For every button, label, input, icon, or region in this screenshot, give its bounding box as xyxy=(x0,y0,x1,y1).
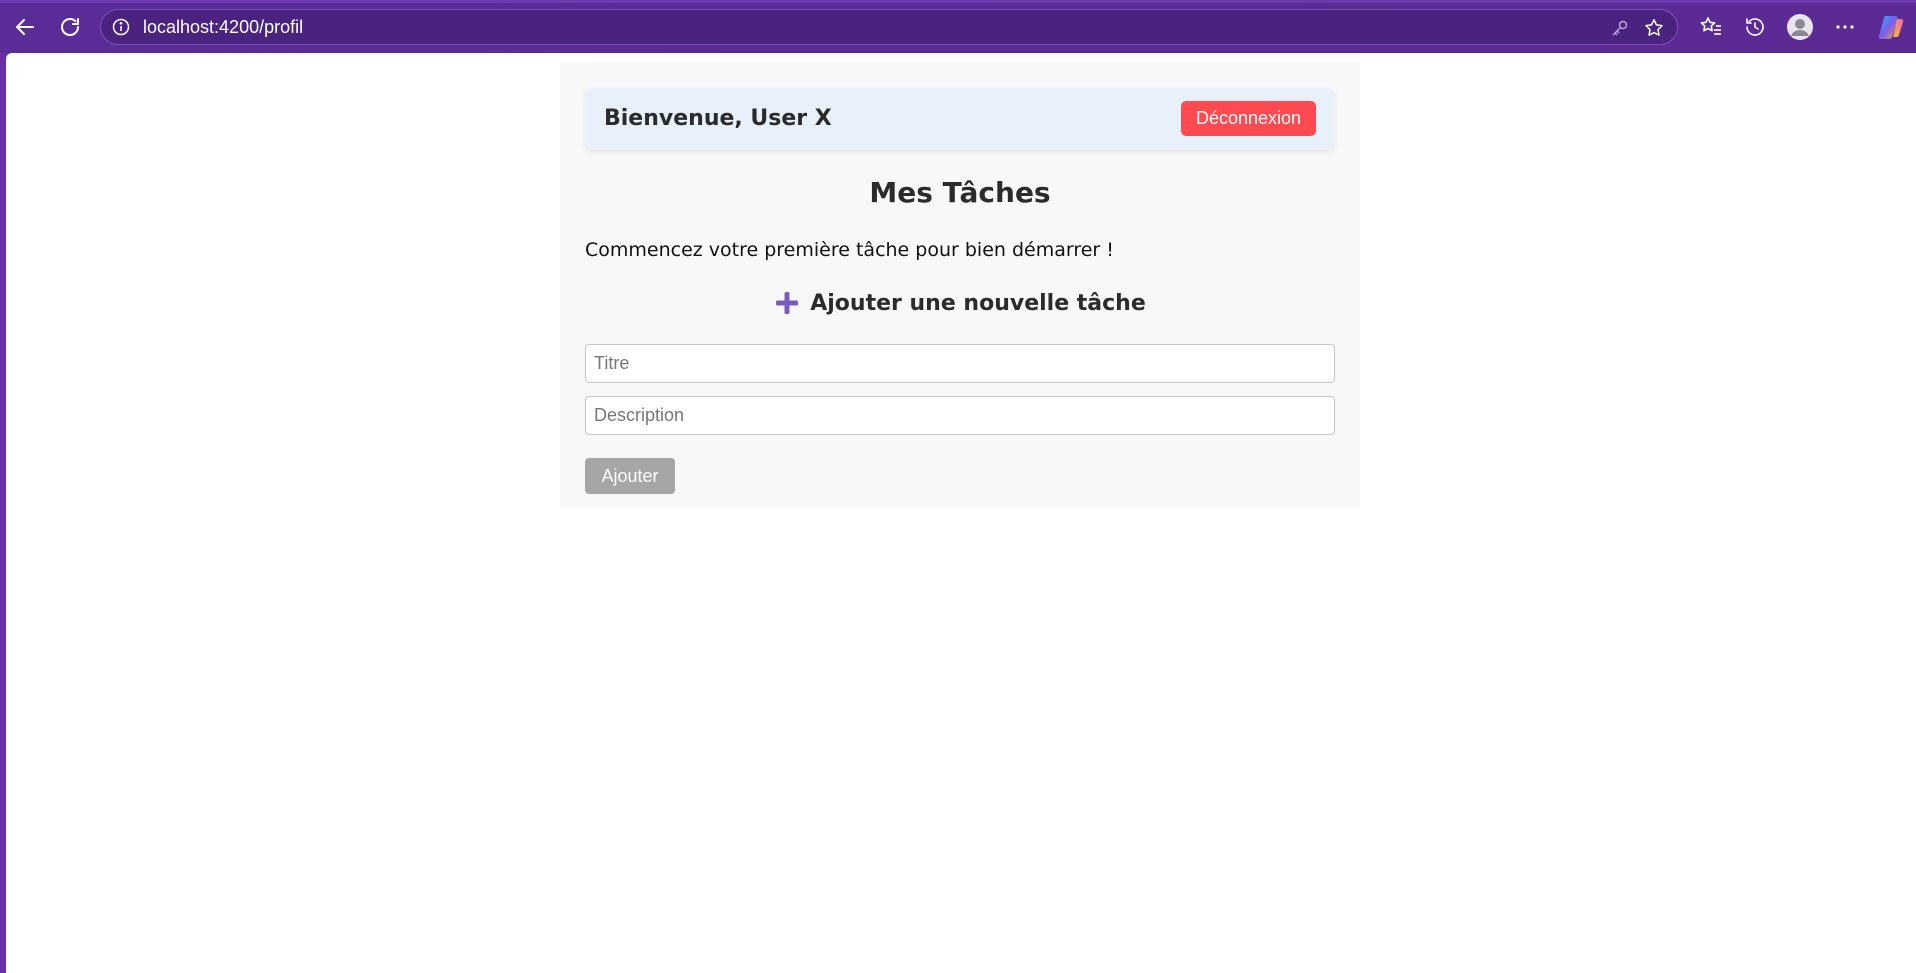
favorite-button[interactable] xyxy=(1643,17,1665,39)
logout-button[interactable]: Déconnexion xyxy=(1181,101,1316,136)
history-button[interactable] xyxy=(1740,12,1770,42)
intro-text: Commencez votre première tâche pour bien… xyxy=(585,239,1114,261)
more-icon xyxy=(1836,25,1854,29)
address-bar[interactable]: localhost:4200/profil xyxy=(100,9,1678,45)
copilot-button[interactable] xyxy=(1877,13,1905,41)
star-icon xyxy=(1645,19,1663,36)
info-icon xyxy=(112,18,130,36)
plus-icon xyxy=(774,290,800,316)
refresh-button[interactable] xyxy=(53,10,87,44)
page-viewport: Bienvenue, User X Déconnexion Mes Tâches… xyxy=(6,53,1916,973)
description-input[interactable] xyxy=(585,396,1335,435)
copilot-icon xyxy=(1878,16,1904,39)
title-input[interactable] xyxy=(585,344,1335,383)
history-icon xyxy=(1746,18,1764,36)
site-info-button[interactable] xyxy=(111,17,131,37)
back-arrow-icon xyxy=(16,19,34,35)
more-button[interactable] xyxy=(1830,12,1860,42)
welcome-header: Bienvenue, User X Déconnexion xyxy=(585,88,1335,150)
profile-container: Bienvenue, User X Déconnexion Mes Tâches… xyxy=(560,62,1360,509)
key-icon xyxy=(1612,20,1628,36)
avatar-icon xyxy=(1787,14,1813,40)
url-text[interactable]: localhost:4200/profil xyxy=(143,17,303,38)
favorites-icon xyxy=(1700,17,1721,35)
add-task-heading-label: Ajouter une nouvelle tâche xyxy=(810,290,1146,316)
page-title: Mes Tâches xyxy=(869,176,1051,209)
browser-toolbar: localhost:4200/profil xyxy=(0,0,1916,53)
welcome-text: Bienvenue, User X xyxy=(604,106,832,131)
refresh-icon xyxy=(61,18,79,36)
back-button[interactable] xyxy=(8,10,42,44)
add-task-button[interactable]: Ajouter xyxy=(585,458,675,494)
profile-button[interactable] xyxy=(1785,12,1815,42)
add-task-heading: Ajouter une nouvelle tâche xyxy=(560,290,1360,316)
tab-strip-edge xyxy=(0,0,1916,3)
password-button[interactable] xyxy=(1609,17,1631,39)
favorites-button[interactable] xyxy=(1696,12,1726,42)
